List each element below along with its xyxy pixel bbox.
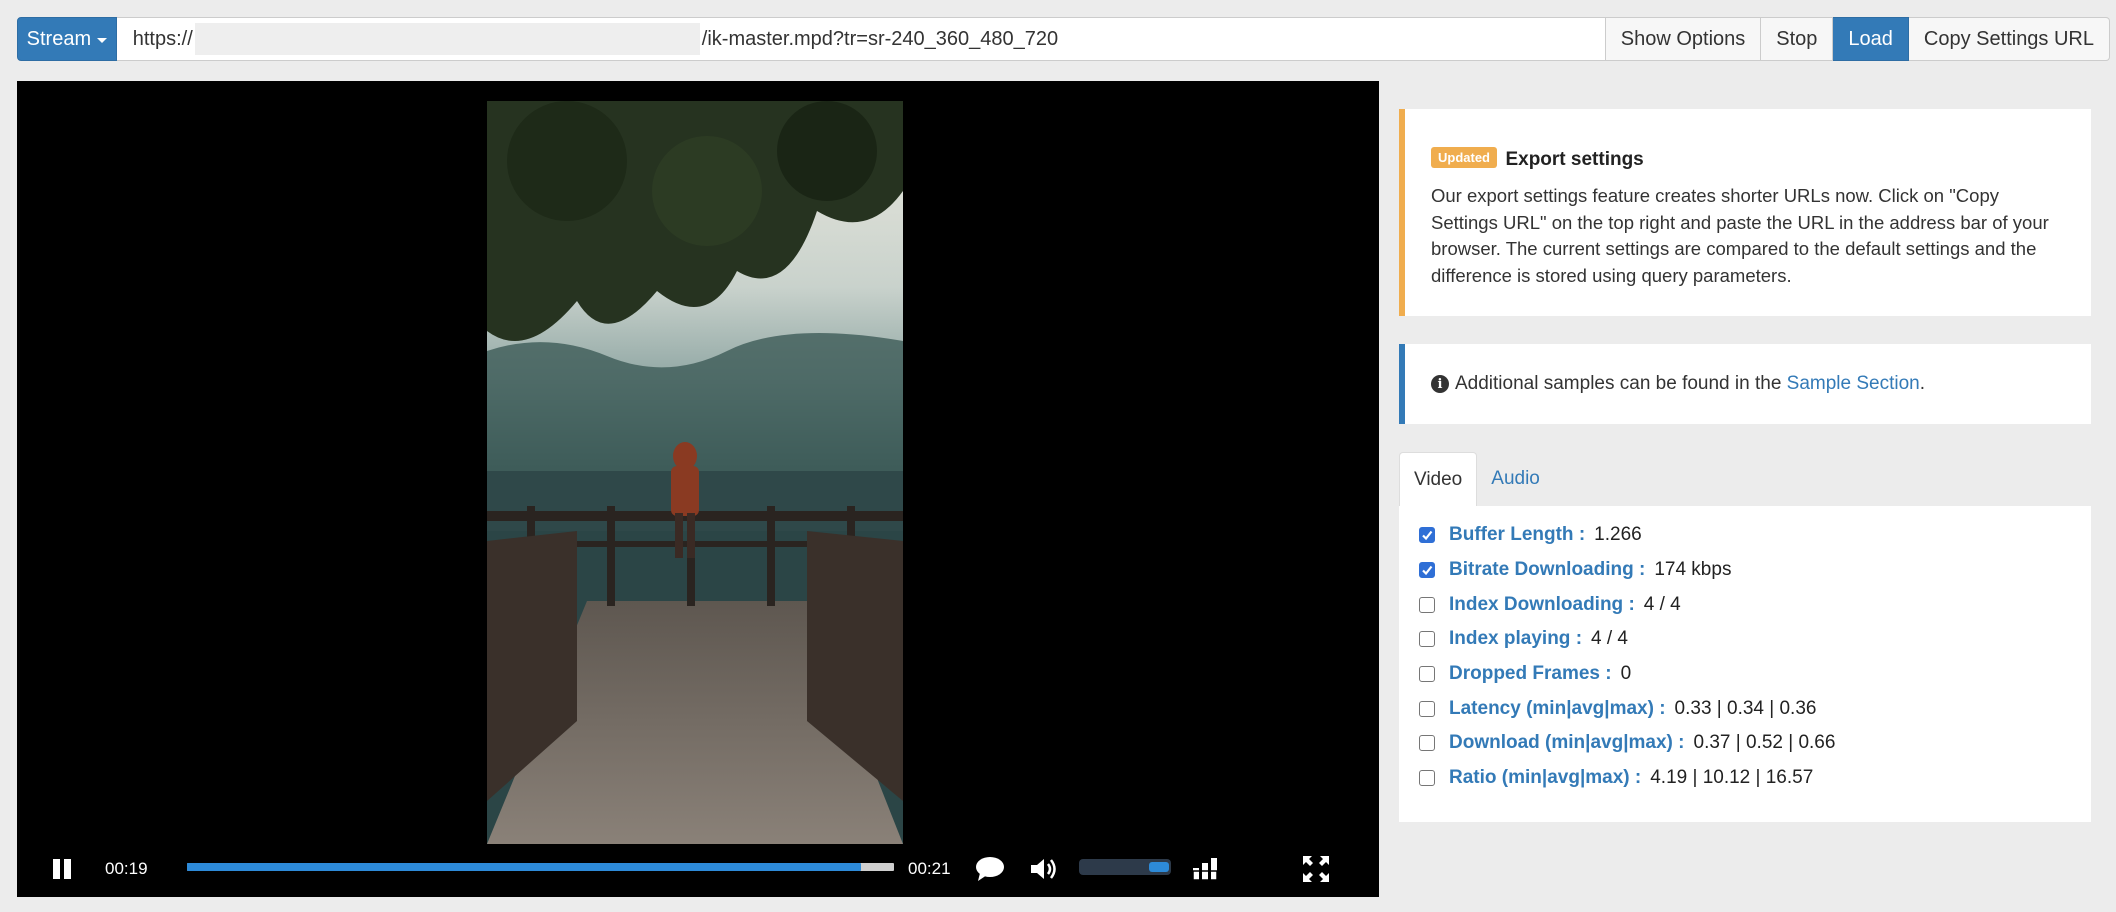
stat-row: Download (min|avg|max) : 0.37 | 0.52 | 0.… [1399,726,2091,761]
stop-button[interactable]: Stop [1761,17,1834,61]
stat-label: Latency (min|avg|max) : [1449,697,1666,719]
show-options-button[interactable]: Show Options [1605,17,1762,61]
samples-text: Additional samples can be found in the [1455,373,1782,394]
stat-label: Buffer Length : [1449,524,1586,546]
duration-time: 00:21 [908,859,951,878]
tab-audio[interactable]: Audio [1477,452,1554,506]
notice-body: Our export settings feature creates shor… [1431,185,2049,286]
fullscreen-icon [1303,856,1329,882]
video-still-image [487,101,903,844]
url-prefix: https:// [132,27,193,50]
volume-icon [1031,859,1056,879]
sample-section-link[interactable]: Sample Section [1787,373,1920,395]
stat-value: 174 kbps [1654,559,1732,581]
seek-bar-played [187,863,861,871]
stat-value: 0.33 | 0.34 | 0.36 [1674,697,1817,719]
stat-checkbox[interactable] [1419,562,1435,579]
notice-title: Export settings [1505,149,1644,170]
bitrate-icon [1192,858,1218,881]
stat-row: Dropped Frames : 0 [1399,657,2091,692]
video-frame [487,101,903,844]
video-stats-panel: Buffer Length : 1.266 Bitrate Downloading … [1399,506,2091,822]
stat-label: Index Downloading : [1449,593,1635,615]
url-suffix: /ik-master.mpd?tr=sr-240_360_480_720 [701,27,1059,50]
check-icon [1422,531,1433,541]
mute-button[interactable] [1029,849,1057,889]
fullscreen-button[interactable] [1302,849,1330,889]
seek-bar[interactable] [187,863,894,871]
info-icon: i [1431,375,1449,393]
stat-row: Index playing : 4 / 4 [1399,622,2091,657]
volume-slider[interactable] [1079,859,1171,875]
stream-button-label: Stream [26,27,92,50]
stat-checkbox[interactable] [1419,596,1435,613]
captions-icon [976,857,1004,881]
stat-value: 1.266 [1594,524,1642,546]
video-player[interactable]: 00:19 00:21 [17,81,1379,897]
stat-value: 4 / 4 [1591,628,1629,650]
stat-row: Latency (min|avg|max) : 0.33 | 0.34 | 0.3… [1399,691,2091,726]
stat-row: Index Downloading : 4 / 4 [1399,587,2091,622]
stat-row: Bitrate Downloading : 174 kbps [1399,553,2091,588]
caret-down-icon [97,38,108,43]
stat-checkbox[interactable] [1419,770,1435,787]
notice-header: Updated Export settings [1431,147,2069,171]
stat-label: Index playing : [1449,628,1583,650]
export-settings-notice: Updated Export settings Our export setti… [1399,109,2091,316]
stat-label: Ratio (min|avg|max) : [1449,767,1642,789]
stat-value: 4 / 4 [1643,593,1681,615]
stats-tabs: Video Audio [1399,452,1554,506]
pause-icon [53,859,71,879]
stream-dropdown-button[interactable]: Stream [17,17,117,61]
stream-url-input[interactable]: https:// /ik-master.mpd?tr=sr-240_360_48… [116,17,1606,61]
stat-label: Bitrate Downloading : [1449,559,1646,581]
stat-checkbox[interactable] [1419,631,1435,648]
stat-checkbox[interactable] [1419,735,1435,752]
samples-notice: i Additional samples can be found in the… [1399,344,2091,424]
pause-button[interactable] [51,849,73,889]
stat-value: 0.37 | 0.52 | 0.66 [1693,732,1836,754]
samples-text-end: . [1919,373,1926,394]
load-button[interactable]: Load [1833,17,1909,61]
stat-row: Ratio (min|avg|max) : 4.19 | 10.12 | 16.5… [1399,761,2091,796]
stat-value: 4.19 | 10.12 | 16.57 [1650,767,1814,789]
stat-label: Dropped Frames : [1449,663,1612,685]
volume-slider-handle[interactable] [1149,862,1169,872]
stat-checkbox[interactable] [1419,666,1435,683]
url-redacted-segment [194,23,700,55]
stat-value: 0 [1620,663,1632,685]
stat-checkbox[interactable] [1419,700,1435,717]
captions-button[interactable] [975,849,1005,889]
stat-label: Download (min|avg|max) : [1449,732,1685,754]
updated-badge: Updated [1431,147,1497,168]
check-icon [1422,565,1433,576]
url-toolbar: Stream https:// /ik-master.mpd?tr=sr-240… [17,17,2110,61]
bitrate-menu-button[interactable] [1192,849,1218,889]
copy-settings-url-button[interactable]: Copy Settings URL [1908,17,2110,61]
stat-row: Buffer Length : 1.266 [1399,518,2091,553]
tab-video[interactable]: Video [1399,452,1478,506]
stat-checkbox[interactable] [1419,527,1435,544]
current-time: 00:19 [105,859,148,878]
